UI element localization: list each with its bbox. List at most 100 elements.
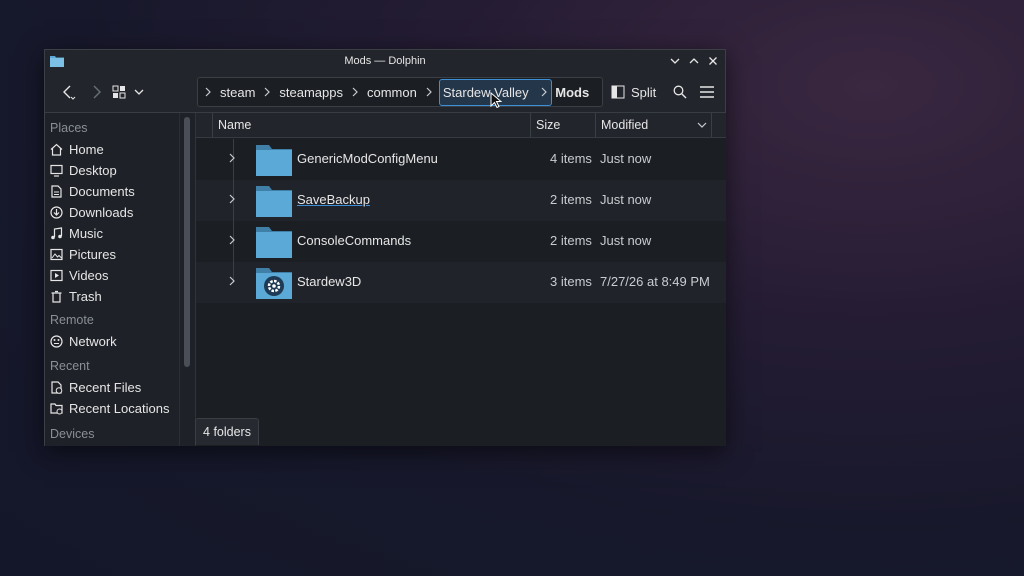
sidebar-item-pictures[interactable]: Pictures bbox=[50, 244, 116, 264]
minimize-button[interactable] bbox=[666, 52, 683, 69]
chevron-down-icon bbox=[697, 122, 707, 128]
breadcrumb-steam[interactable]: steam bbox=[218, 85, 257, 100]
column-extra bbox=[711, 113, 727, 137]
breadcrumb-steamapps[interactable]: steamapps bbox=[277, 85, 345, 100]
forward-button[interactable] bbox=[83, 79, 109, 105]
column-size[interactable]: Size bbox=[530, 113, 596, 137]
column-modified[interactable]: Modified bbox=[595, 113, 711, 137]
view-mode-dropdown[interactable] bbox=[131, 79, 147, 105]
split-view-icon bbox=[611, 85, 625, 99]
desktop-icon bbox=[50, 164, 63, 177]
documents-icon bbox=[50, 184, 63, 198]
sidebar-item-label: Music bbox=[69, 225, 103, 241]
sidebar-item-documents[interactable]: Documents bbox=[50, 181, 135, 201]
sidebar-item-label: Desktop bbox=[69, 162, 117, 178]
scrollbar-thumb[interactable] bbox=[184, 117, 190, 367]
chevron-right-icon bbox=[419, 87, 439, 97]
table-row[interactable]: Stardew3D 3 items 7/27/26 at 8:49 PM bbox=[196, 262, 726, 303]
status-bar: 4 folders bbox=[195, 418, 259, 445]
folder-icon bbox=[256, 186, 292, 217]
network-icon bbox=[50, 334, 63, 348]
trash-icon bbox=[50, 290, 63, 303]
breadcrumb-common[interactable]: common bbox=[365, 85, 419, 100]
sidebar-item-music[interactable]: Music bbox=[50, 223, 103, 243]
sidebar-item-label: Pictures bbox=[69, 246, 116, 262]
places-scrollbar[interactable] bbox=[179, 113, 195, 446]
sidebar-item-label: Videos bbox=[69, 267, 109, 283]
chevron-down-icon bbox=[134, 89, 144, 95]
back-button[interactable] bbox=[55, 79, 81, 105]
view-mode-button[interactable] bbox=[109, 79, 129, 105]
file-name: SaveBackup bbox=[297, 192, 370, 207]
expand-chevron-icon[interactable] bbox=[228, 276, 236, 286]
search-button[interactable] bbox=[669, 79, 691, 105]
search-icon bbox=[673, 85, 687, 99]
titlebar[interactable]: Mods — Dolphin bbox=[45, 50, 725, 71]
sidebar-item-videos[interactable]: Videos bbox=[50, 265, 109, 285]
sidebar-item-label: Network bbox=[69, 333, 117, 349]
recent-header: Recent bbox=[50, 359, 90, 373]
expand-chevron-icon[interactable] bbox=[228, 153, 236, 163]
file-view: Name Size Modified GenericModConfigMenu … bbox=[195, 113, 726, 446]
file-size: 2 items bbox=[550, 233, 592, 248]
downloads-icon bbox=[50, 205, 63, 219]
sidebar-item-desktop[interactable]: Desktop bbox=[50, 160, 117, 180]
toolbar: steam steamapps common Stardew Valley Mo… bbox=[45, 71, 725, 113]
column-header: Name Size Modified bbox=[196, 113, 726, 138]
hamburger-menu-icon bbox=[700, 86, 714, 98]
split-button[interactable]: Split bbox=[611, 79, 656, 105]
column-modified-label: Modified bbox=[601, 118, 649, 132]
devices-header: Devices bbox=[50, 427, 95, 441]
file-size: 4 items bbox=[550, 151, 592, 166]
folder-icon bbox=[256, 145, 292, 176]
recent-files-icon bbox=[50, 380, 63, 394]
table-row[interactable]: ConsoleCommands 2 items Just now bbox=[196, 221, 726, 262]
chevron-up-icon bbox=[689, 57, 698, 63]
sidebar-item-recent-locations[interactable]: Recent Locations bbox=[50, 398, 169, 418]
chevron-right-icon bbox=[257, 87, 277, 97]
sidebar-item-label: Recent Files bbox=[69, 379, 142, 395]
chevron-right-icon bbox=[541, 87, 548, 96]
chevron-down-icon bbox=[670, 58, 679, 64]
view-mode-icon bbox=[112, 85, 126, 99]
file-name: GenericModConfigMenu bbox=[297, 151, 438, 166]
sidebar-item-recent-files[interactable]: Recent Files bbox=[50, 377, 141, 397]
sidebar-item-label: Trash bbox=[69, 288, 102, 304]
sidebar-item-downloads[interactable]: Downloads bbox=[50, 202, 133, 222]
window-title: Mods — Dolphin bbox=[344, 54, 426, 67]
sidebar-item-home[interactable]: Home bbox=[50, 139, 104, 159]
videos-icon bbox=[50, 269, 63, 282]
expand-chevron-icon[interactable] bbox=[228, 194, 236, 204]
chevron-right-icon bbox=[345, 87, 365, 97]
file-modified: Just now bbox=[600, 151, 652, 166]
expand-chevron-icon[interactable] bbox=[228, 235, 236, 245]
file-size: 2 items bbox=[550, 192, 592, 207]
table-row[interactable]: SaveBackup 2 items Just now bbox=[196, 180, 726, 221]
places-panel: Places Home Desktop Documents Downloads … bbox=[45, 113, 179, 446]
sidebar-item-label: Home bbox=[69, 141, 104, 157]
file-name: ConsoleCommands bbox=[297, 233, 412, 248]
close-button[interactable] bbox=[704, 52, 721, 69]
sidebar-item-label: Downloads bbox=[69, 204, 134, 220]
dolphin-window: Mods — Dolphin steam steamapps common St… bbox=[44, 49, 726, 446]
sidebar-item-label: Documents bbox=[69, 183, 135, 199]
places-header: Places bbox=[50, 121, 88, 135]
folder-app-icon bbox=[50, 54, 64, 67]
sidebar-item-trash[interactable]: Trash bbox=[50, 286, 102, 306]
breadcrumb-label: Stardew Valley bbox=[442, 84, 529, 100]
file-modified: 7/27/26 at 8:49 PM bbox=[600, 274, 710, 289]
breadcrumb-mods[interactable]: Mods bbox=[552, 85, 591, 100]
mouse-cursor-icon bbox=[490, 92, 502, 109]
table-row[interactable]: GenericModConfigMenu 4 items Just now bbox=[196, 139, 726, 180]
home-icon bbox=[50, 143, 63, 156]
file-modified: Just now bbox=[600, 192, 652, 207]
back-arrow-icon bbox=[63, 85, 76, 100]
split-label: Split bbox=[631, 84, 657, 100]
chevron-right-icon bbox=[198, 87, 218, 97]
file-size: 3 items bbox=[550, 274, 592, 289]
sidebar-item-network[interactable]: Network bbox=[50, 331, 117, 351]
column-name[interactable]: Name bbox=[212, 113, 530, 137]
menu-button[interactable] bbox=[696, 79, 718, 105]
maximize-button[interactable] bbox=[685, 52, 702, 69]
breadcrumb: steam steamapps common Stardew Valley Mo… bbox=[197, 77, 603, 107]
